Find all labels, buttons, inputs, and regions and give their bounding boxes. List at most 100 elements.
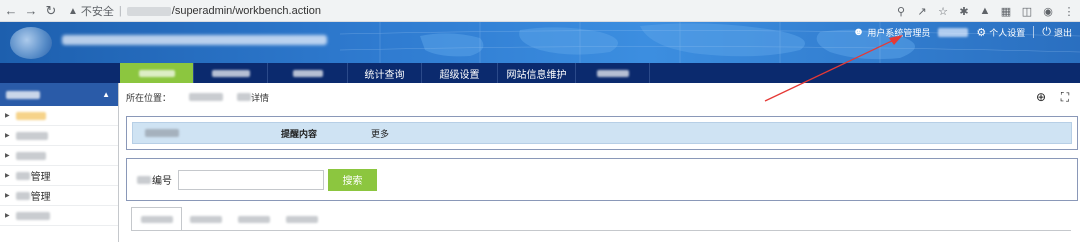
search-button[interactable]: 搜索 <box>328 168 377 191</box>
tab-1[interactable] <box>131 207 182 231</box>
address-bar[interactable]: ▲ 不安全 | /superadmin/workbench.action <box>68 2 321 20</box>
sidebar-item[interactable]: ▶ <box>0 206 118 226</box>
expand-triangle-icon: ▶ <box>5 173 10 179</box>
menu-label-redacted <box>596 69 629 77</box>
sidebar-item-label-redacted <box>15 111 46 120</box>
menu-label-redacted <box>211 69 250 77</box>
expand-triangle-icon: ▶ <box>5 113 10 119</box>
menu-label-redacted <box>138 69 175 77</box>
puzzle-icon[interactable]: ▦ <box>999 2 1013 20</box>
menu-item-2[interactable] <box>194 63 268 83</box>
expand-triangle-icon: ▶ <box>5 213 10 219</box>
fullscreen-icon[interactable]: ⛶ <box>1058 90 1072 104</box>
user-role-label: 用户系统管理员 <box>867 27 931 38</box>
sidepanel-icon[interactable]: ◫ <box>1020 2 1034 20</box>
sidebar-header[interactable]: ▲ <box>0 83 118 106</box>
reload-icon[interactable]: ↻ <box>42 2 60 20</box>
tab-4[interactable] <box>278 207 326 231</box>
content-tools: ⊕ ⛶ <box>1034 90 1072 105</box>
menu-dots-icon[interactable]: ⋮ <box>1062 2 1076 20</box>
menu-label: 网站信息维护 <box>506 69 567 81</box>
tab-label-redacted <box>190 215 222 223</box>
star-icon[interactable]: ☆ <box>936 2 950 20</box>
menu-label-redacted <box>292 69 323 77</box>
personal-settings-link[interactable]: ⚙ 个人设置 <box>976 26 1025 39</box>
tab-3[interactable] <box>230 207 278 231</box>
expand-triangle-icon: ▶ <box>5 133 10 139</box>
browser-toolbar: ← → ↻ ▲ 不安全 | /superadmin/workbench.acti… <box>0 0 1080 22</box>
search-field-label-text: 编号 <box>152 176 172 187</box>
content-tabs <box>131 207 326 231</box>
collapse-caret-icon[interactable]: ▲ <box>102 90 110 99</box>
sidebar-item-label-redacted <box>15 171 30 180</box>
sidebar-item[interactable]: ▶ 管理 <box>0 186 118 206</box>
top-user-bar: ☻ 用户系统管理员 ⚙ 个人设置 ⏻ 退出 <box>853 22 1080 42</box>
sidebar-item[interactable]: ▶ <box>0 146 118 166</box>
power-icon: ⏻ <box>1042 25 1051 38</box>
user-name-redacted <box>938 27 969 37</box>
notice-title-redacted <box>145 129 179 137</box>
zoom-in-icon[interactable]: ⊕ <box>1034 90 1048 104</box>
tab-2[interactable] <box>182 207 230 231</box>
sidebar-item-label: 管理 <box>30 192 51 203</box>
tab-label-redacted <box>140 215 173 223</box>
sidebar-item[interactable]: ▶ 管理 <box>0 166 118 186</box>
breadcrumb-label: 所在位置： <box>126 92 172 103</box>
settings-label: 个人设置 <box>989 27 1026 38</box>
tabs-divider <box>131 230 1071 231</box>
sidebar-item-label-redacted <box>15 131 48 140</box>
warning-icon: ▲ <box>68 5 78 17</box>
notice-content-label: 提醒内容 <box>281 128 318 139</box>
sidebar-item-label-redacted <box>15 191 30 200</box>
breadcrumb-segment-redacted <box>189 93 224 101</box>
browser-actions: ⚲ ↗ ☆ ✱ ▲ ▦ ◫ ◉ ⋮ <box>894 2 1076 20</box>
url-separator: | <box>118 5 122 17</box>
menu-item-site-maintenance[interactable]: 网站信息维护 <box>498 63 576 83</box>
system-banner: ☻ 用户系统管理员 ⚙ 个人设置 ⏻ 退出 <box>0 22 1080 63</box>
sidebar-item-label: 管理 <box>30 172 51 183</box>
breadcrumb-tail: 详情 <box>251 92 270 103</box>
flask-icon[interactable]: ▲ <box>978 2 992 20</box>
menu-item-super-settings[interactable]: 超级设置 <box>422 63 498 83</box>
expand-triangle-icon: ▶ <box>5 153 10 159</box>
system-logo <box>10 27 52 59</box>
main-menu: 统计查询 超级设置 网站信息维护 <box>0 63 1080 83</box>
menu-label: 超级设置 <box>439 69 480 81</box>
tab-label-redacted <box>238 215 270 223</box>
notice-more-link[interactable]: 更多 <box>371 127 389 140</box>
system-title-redacted <box>62 35 327 45</box>
sidebar-item[interactable]: ▶ <box>0 126 118 146</box>
sidebar-item-label-redacted <box>15 151 46 160</box>
tab-label-redacted <box>286 215 318 223</box>
current-user: ☻ 用户系统管理员 <box>853 26 931 39</box>
notice-header-row: 提醒内容 更多 <box>132 122 1072 144</box>
menu-item-statistics[interactable]: 统计查询 <box>348 63 422 83</box>
sidebar-item-label-redacted <box>15 211 50 220</box>
breadcrumb: 所在位置： 详情 <box>120 83 1080 111</box>
user-icon: ☻ <box>852 26 865 38</box>
menu-item-7[interactable] <box>576 63 650 83</box>
breadcrumb-segment-redacted <box>237 93 252 101</box>
sidebar-item[interactable]: ▶ <box>0 106 118 126</box>
sidebar-title-redacted <box>6 90 40 99</box>
profile-icon[interactable]: ◉ <box>1041 2 1055 20</box>
label-prefix-redacted <box>137 175 151 184</box>
logout-link[interactable]: ⏻ 退出 <box>1042 26 1072 39</box>
menu-item-3[interactable] <box>268 63 348 83</box>
url-path: /superadmin/workbench.action <box>171 5 321 17</box>
forward-icon[interactable]: → <box>22 2 40 20</box>
search-panel: 编号 搜索 <box>126 158 1078 201</box>
insecure-label: 不安全 <box>80 6 114 18</box>
divider <box>1033 26 1035 38</box>
menu-item-workbench[interactable] <box>120 63 194 83</box>
search-input[interactable] <box>178 169 324 190</box>
back-icon[interactable]: ← <box>2 2 20 20</box>
search-field-label: 编号 <box>137 172 172 187</box>
key-icon[interactable]: ⚲ <box>894 2 908 20</box>
notice-panel: 提醒内容 更多 <box>126 116 1078 150</box>
logout-label: 退出 <box>1053 27 1072 38</box>
extension-icon[interactable]: ✱ <box>957 2 971 20</box>
share-icon[interactable]: ↗ <box>915 2 929 20</box>
expand-triangle-icon: ▶ <box>5 193 10 199</box>
sidebar: ▲ ▶ ▶ ▶ ▶ 管理 ▶ 管理 ▶ <box>0 83 119 242</box>
